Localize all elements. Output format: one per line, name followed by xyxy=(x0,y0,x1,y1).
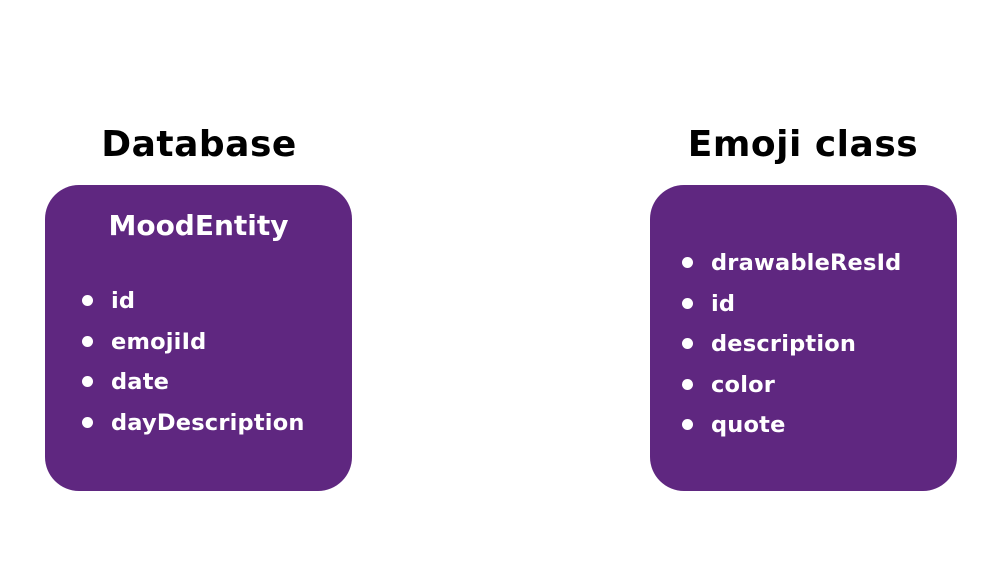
bullet-icon xyxy=(682,419,693,430)
field-label: description xyxy=(711,331,857,357)
bullet-icon xyxy=(82,295,93,306)
field-label: dayDescription xyxy=(111,409,305,436)
field-item: description xyxy=(681,326,902,367)
field-item: id xyxy=(681,286,902,327)
emoji-class-card: drawableResId id description color quote xyxy=(650,185,957,491)
bullet-icon xyxy=(82,376,93,387)
bullet-icon xyxy=(682,297,693,309)
emoji-field-list: drawableResId id description color quote xyxy=(681,245,902,448)
field-item: color xyxy=(681,367,902,408)
bullet-icon xyxy=(682,378,693,390)
bullet-icon xyxy=(682,257,693,268)
field-label: date xyxy=(111,369,170,395)
field-label: quote xyxy=(711,412,786,438)
field-label: color xyxy=(711,371,776,398)
field-label: drawableResId xyxy=(711,250,902,276)
field-item: emojiId xyxy=(81,324,305,365)
mood-entity-heading: MoodEntity xyxy=(108,209,289,242)
bullet-icon xyxy=(682,338,693,349)
emoji-class-title: Emoji class xyxy=(687,124,919,165)
mood-entity-field-list: id emojiId date dayDescription xyxy=(81,283,305,445)
bullet-icon xyxy=(82,335,93,347)
field-item: dayDescription xyxy=(81,405,305,446)
field-label: id xyxy=(711,290,736,317)
field-label: emojiId xyxy=(111,328,207,355)
bullet-icon xyxy=(82,416,93,428)
mood-entity-card: MoodEntity id emojiId date dayDescriptio… xyxy=(45,185,352,491)
field-item: date xyxy=(81,364,305,405)
field-item: drawableResId xyxy=(681,245,902,286)
field-item: quote xyxy=(681,407,902,448)
database-title: Database xyxy=(101,124,297,165)
field-item: id xyxy=(81,283,305,324)
field-label: id xyxy=(111,288,136,314)
